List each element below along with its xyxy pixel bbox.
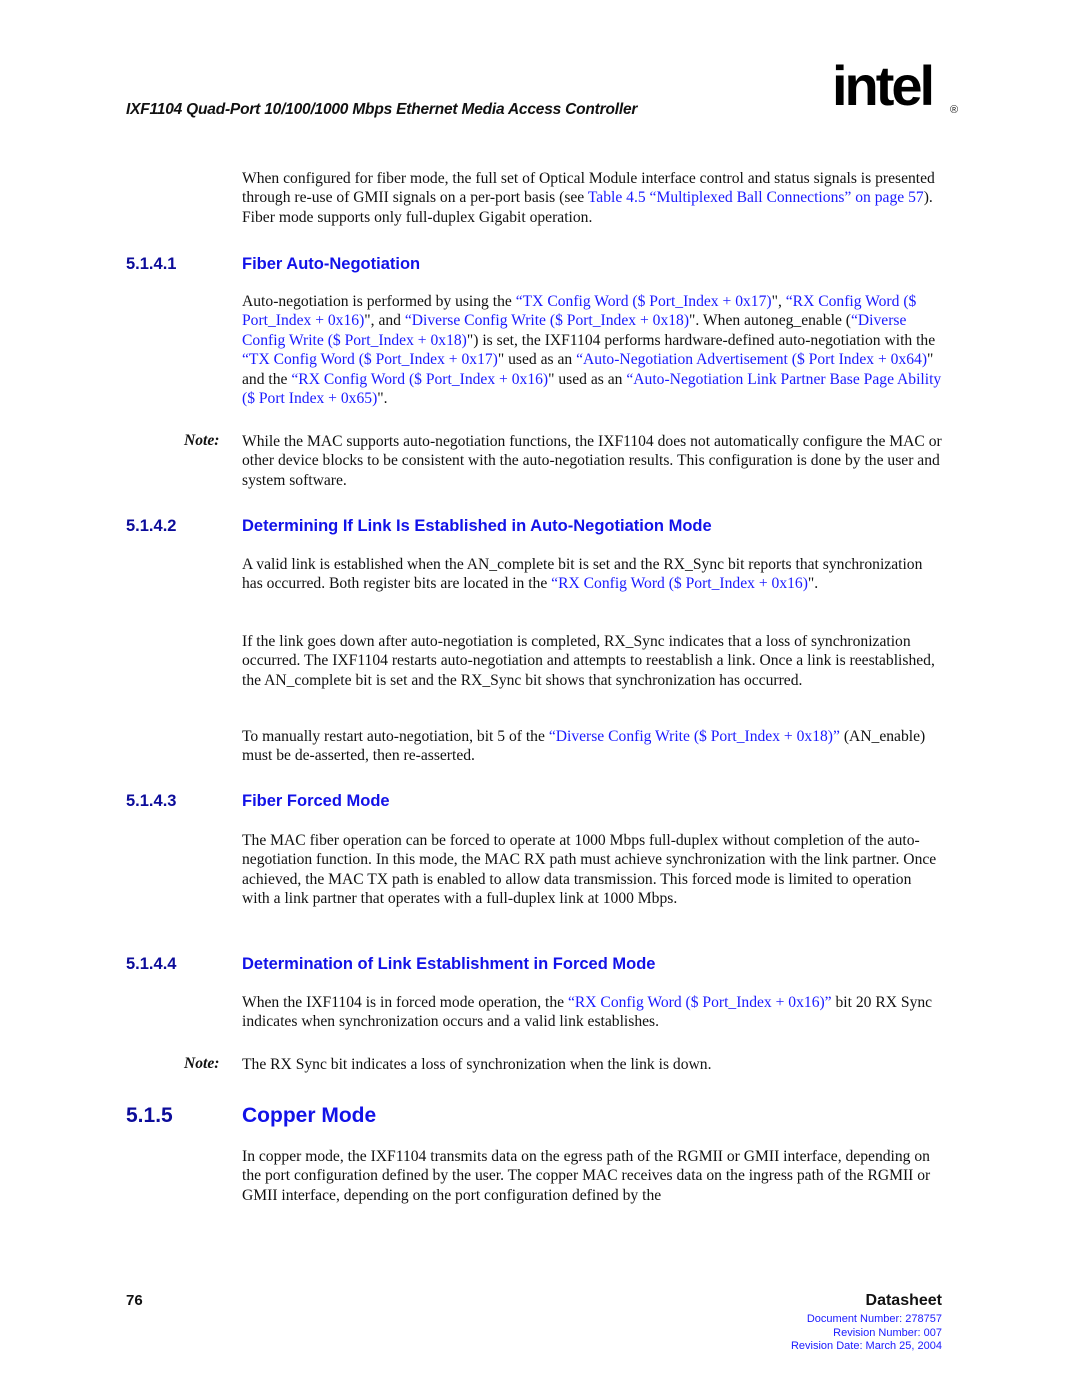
section-number: 5.1.4.1 (126, 255, 177, 273)
link-diverse-config-write[interactable]: “Diverse Config Write ($ Port_Index + 0x… (405, 312, 689, 329)
manual-restart-paragraph: To manually restart auto-negotiation, bi… (242, 728, 926, 765)
note-text: While the MAC supports auto-negotiation … (242, 433, 942, 489)
revision-date: Revision Date: March 25, 2004 (790, 1340, 942, 1352)
valid-link-paragraph: A valid link is established when the AN_… (242, 556, 923, 593)
section-number: 5.1.4.3 (126, 792, 177, 810)
link-rx-config-word[interactable]: “RX Config Word ($ Port_Index + 0x16) (551, 575, 808, 592)
link-diverse-config-write[interactable]: “Diverse Config Write ($ Port_Index + 0x… (549, 728, 840, 745)
section-number: 5.1.4.4 (126, 955, 177, 973)
document-number: Document Number: 278757 (806, 1313, 942, 1325)
section-title: Copper Mode (242, 1104, 377, 1127)
link-an-advertisement[interactable]: “Auto-Negotiation Advertisement ($ Port … (576, 351, 927, 368)
footer-document-info: Document Number: 278757 Revision Number:… (791, 1313, 942, 1354)
auto-negotiation-paragraph: Auto-negotiation is performed by using t… (242, 293, 942, 408)
note-label: Note: (184, 1055, 220, 1072)
link-rx-config-word[interactable]: “RX Config Word ($ Port_Index + 0x16) (291, 371, 548, 388)
section-title: Determining If Link Is Established in Au… (242, 517, 712, 535)
intro-paragraph: When configured for fiber mode, the full… (242, 170, 935, 226)
fiber-forced-paragraph: The MAC fiber operation can be forced to… (242, 832, 937, 908)
section-number: 5.1.4.2 (126, 517, 177, 535)
section-title: Fiber Forced Mode (242, 792, 390, 810)
logo-wordmark: intel (832, 54, 935, 117)
link-rx-config-word[interactable]: “RX Config Word ($ Port_Index + 0x16)” (568, 994, 832, 1011)
forced-mode-paragraph: When the IXF1104 is in forced mode opera… (242, 994, 933, 1031)
page-number: 76 (126, 1292, 143, 1309)
section-title: Determination of Link Establishment in F… (242, 955, 656, 973)
revision-number: Revision Number: 007 (833, 1326, 942, 1339)
note-label: Note: (184, 432, 220, 449)
intel-logo: intel ® (832, 58, 962, 132)
link-table-4-5[interactable]: Table 4.5 “Multiplexed Ball Connections”… (588, 189, 924, 206)
document-page: IXF1104 Quad-Port 10/100/1000 Mbps Ether… (0, 0, 1080, 1397)
running-header: IXF1104 Quad-Port 10/100/1000 Mbps Ether… (126, 101, 638, 118)
footer-doc-type: Datasheet (865, 1292, 942, 1309)
link-tx-config-word[interactable]: “TX Config Word ($ Port_Index + 0x17) (516, 293, 772, 310)
registered-mark-icon: ® (950, 104, 959, 116)
link-tx-config-word[interactable]: “TX Config Word ($ Port_Index + 0x17) (242, 351, 498, 368)
section-number: 5.1.5 (126, 1104, 173, 1127)
note-text: The RX Sync bit indicates a loss of sync… (242, 1056, 712, 1073)
section-title: Fiber Auto-Negotiation (242, 255, 421, 273)
copper-mode-paragraph: In copper mode, the IXF1104 transmits da… (242, 1148, 931, 1204)
link-down-paragraph: If the link goes down after auto-negotia… (242, 633, 935, 689)
